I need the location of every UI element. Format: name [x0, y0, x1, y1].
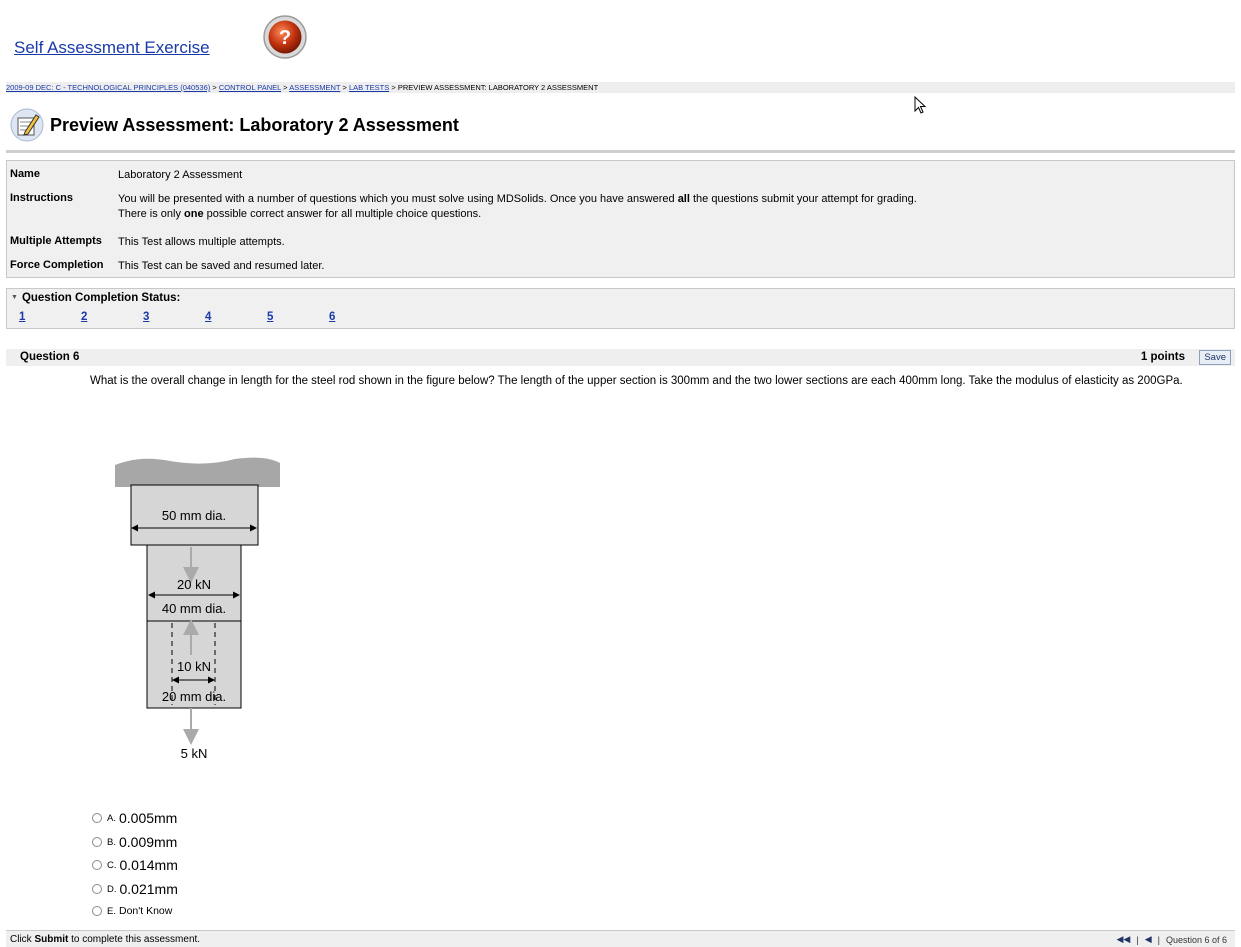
answer-letter: D. [107, 883, 117, 895]
radio-button[interactable] [92, 813, 102, 823]
nav-separator: | [1136, 934, 1139, 945]
steel-rod-figure: 50 mm dia. 20 kN 40 mm dia. 10 kN 20 mm … [115, 457, 280, 761]
assessment-footer: Click Submit to complete this assessment… [6, 930, 1235, 947]
radio-button[interactable] [92, 837, 102, 847]
assessment-edit-icon [10, 108, 44, 142]
force-label: Force Completion [10, 259, 104, 271]
question-link-2[interactable]: 2 [81, 311, 87, 323]
breadcrumb-lab-tests[interactable]: LAB TESTS [349, 83, 389, 92]
breadcrumb-course[interactable]: 2009-09 DEC: C - TECHNOLOGICAL PRINCIPLE… [6, 83, 210, 92]
question-link-3[interactable]: 3 [143, 311, 149, 323]
nav-separator: | [1157, 934, 1160, 945]
question-navigator: ◀◀ | ◀ | Question 6 of 6 [1117, 934, 1228, 945]
instructions-emphasis: all [677, 193, 690, 205]
breadcrumb-separator: > [212, 83, 217, 92]
status-title[interactable]: ▼ Question Completion Status: [11, 292, 180, 304]
footer-submit-emphasis: Submit [34, 934, 69, 945]
instructions-value: You will be presented with a number of q… [118, 192, 917, 222]
status-title-text: Question Completion Status: [21, 292, 181, 304]
question-link-4[interactable]: 4 [205, 311, 211, 323]
assessment-info-panel: Name Laboratory 2 Assessment Instruction… [6, 160, 1235, 278]
force-mid-label: 20 kN [177, 577, 211, 592]
question-header: Question 6 1 points Save [6, 349, 1235, 366]
answer-letter: A. [107, 812, 116, 824]
page-title: Preview Assessment: Laboratory 2 Assessm… [50, 114, 459, 135]
self-assessment-link[interactable]: Self Assessment Exercise [14, 38, 210, 58]
page-header: Preview Assessment: Laboratory 2 Assessm… [10, 108, 459, 142]
instructions-text: possible correct answer for all multiple… [203, 208, 482, 220]
lower-dia-label: 20 mm dia. [162, 689, 226, 704]
breadcrumb-separator: > [283, 83, 288, 92]
breadcrumb: 2009-09 DEC: C - TECHNOLOGICAL PRINCIPLE… [6, 82, 1235, 93]
breadcrumb-control-panel[interactable]: CONTROL PANEL [219, 83, 281, 92]
instructions-text: There is only [118, 208, 185, 220]
answer-text: 0.009mm [118, 834, 178, 850]
answer-text: 0.021mm [119, 881, 178, 897]
breadcrumb-assessment[interactable]: ASSESSMENT [289, 83, 340, 92]
force-lower-label: 10 kN [177, 659, 211, 674]
force-value: This Test can be saved and resumed later… [118, 260, 325, 272]
footer-text: to complete this assessment. [68, 934, 201, 945]
answer-text: Don't Know [118, 905, 173, 917]
svg-text:?: ? [279, 27, 291, 49]
question-link-1[interactable]: 1 [19, 311, 25, 323]
question-points: 1 points [1140, 351, 1185, 363]
ceiling-support [115, 457, 280, 487]
breadcrumb-separator: > [391, 83, 396, 92]
answer-text: 0.005mm [118, 810, 178, 826]
answer-e[interactable]: E. Don't Know [92, 905, 172, 917]
question-text: What is the overall change in length for… [90, 375, 1183, 387]
breadcrumb-current: PREVIEW ASSESSMENT: LABORATORY 2 ASSESSM… [397, 83, 599, 92]
first-page-icon[interactable]: ◀◀ [1117, 934, 1131, 945]
answer-d[interactable]: D. 0.021mm [92, 881, 178, 897]
save-button[interactable]: Save [1199, 350, 1231, 365]
force-bottom-label: 5 kN [181, 746, 208, 761]
answer-letter: E. [107, 905, 116, 917]
breadcrumb-separator: > [342, 83, 347, 92]
attempts-label: Multiple Attempts [10, 235, 102, 247]
header-divider [6, 150, 1235, 153]
answer-a[interactable]: A. 0.005mm [92, 810, 177, 826]
footer-instruction: Click Submit to complete this assessment… [10, 934, 200, 945]
question-link-5[interactable]: 5 [267, 311, 273, 323]
instructions-text: You will be presented with a number of q… [118, 193, 678, 205]
answer-letter: C. [107, 859, 117, 871]
collapse-triangle-icon[interactable]: ▼ [11, 294, 18, 301]
answer-letter: B. [107, 836, 116, 848]
upper-dia-label: 50 mm dia. [162, 508, 226, 523]
radio-button[interactable] [92, 884, 102, 894]
name-label: Name [10, 168, 40, 180]
question-title: Question 6 [20, 351, 80, 363]
radio-button[interactable] [92, 906, 102, 916]
name-value: Laboratory 2 Assessment [118, 169, 243, 181]
instructions-text: the questions submit your attempt for gr… [689, 193, 917, 205]
answer-c[interactable]: C. 0.014mm [92, 857, 178, 873]
question-link-6[interactable]: 6 [329, 311, 335, 323]
help-icon[interactable]: ? [262, 14, 308, 60]
answer-b[interactable]: B. 0.009mm [92, 834, 177, 850]
question-position: Question 6 of 6 [1165, 934, 1227, 945]
middle-dia-label: 40 mm dia. [162, 601, 226, 616]
instructions-label: Instructions [10, 192, 73, 204]
previous-page-icon[interactable]: ◀ [1145, 934, 1152, 945]
footer-text: Click [10, 934, 35, 945]
mouse-cursor-icon [914, 96, 927, 114]
radio-button[interactable] [92, 860, 102, 870]
instructions-emphasis: one [184, 208, 204, 220]
attempts-value: This Test allows multiple attempts. [118, 236, 285, 248]
question-completion-status: ▼ Question Completion Status: 1 2 3 4 5 6 [6, 288, 1235, 329]
answer-text: 0.014mm [119, 857, 178, 873]
